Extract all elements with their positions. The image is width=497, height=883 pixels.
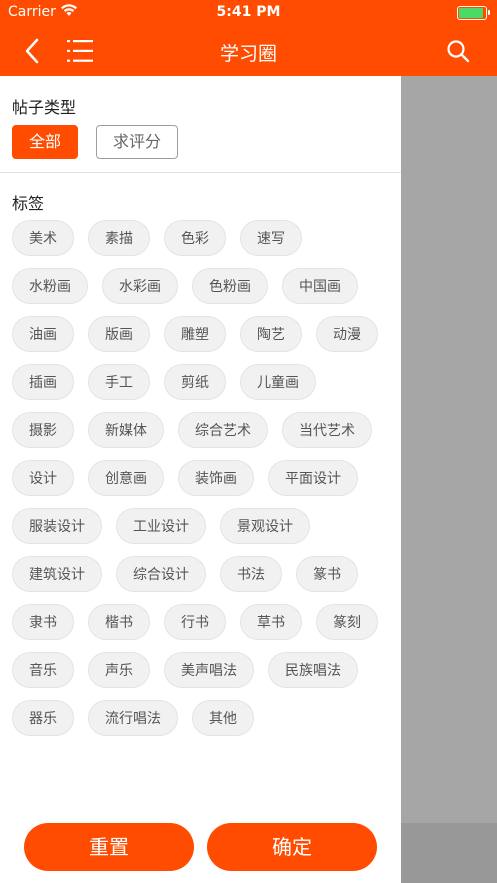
tag-chip[interactable]: 版画 (88, 316, 150, 352)
tag-row: 设计 创意画 装饰画 平面设计 (12, 460, 397, 496)
page-title: 学习圈 (219, 43, 277, 65)
tag-chip[interactable]: 民族唱法 (268, 652, 358, 688)
tag-chip[interactable]: 流行唱法 (88, 700, 178, 736)
tag-chip[interactable]: 剪纸 (164, 364, 226, 400)
tag-chip[interactable]: 工业设计 (116, 508, 206, 544)
tag-chip[interactable]: 器乐 (12, 700, 74, 736)
tag-chip[interactable]: 服装设计 (12, 508, 102, 544)
reset-button[interactable]: 重置 (24, 823, 194, 871)
status-time: 5:41 PM (216, 4, 281, 20)
tag-chip[interactable]: 综合艺术 (178, 412, 268, 448)
footer-actions: 重置 确定 (0, 823, 401, 871)
tag-chip[interactable]: 楷书 (88, 604, 150, 640)
tag-chip[interactable]: 书法 (220, 556, 282, 592)
tag-row: 水粉画 水彩画 色粉画 中国画 (12, 268, 397, 304)
tag-row: 油画 版画 雕塑 陶艺 动漫 (12, 316, 397, 352)
tag-chip[interactable]: 篆刻 (316, 604, 378, 640)
tag-chip[interactable]: 景观设计 (220, 508, 310, 544)
tag-chip[interactable]: 隶书 (12, 604, 74, 640)
tag-chip[interactable]: 动漫 (316, 316, 378, 352)
tag-row: 器乐 流行唱法 其他 (12, 700, 397, 736)
search-icon[interactable] (445, 38, 471, 64)
tag-chip[interactable]: 行书 (164, 604, 226, 640)
tag-chip[interactable]: 手工 (88, 364, 150, 400)
tag-chip[interactable]: 陶艺 (240, 316, 302, 352)
tag-chip[interactable]: 美声唱法 (164, 652, 254, 688)
tag-chip[interactable]: 插画 (12, 364, 74, 400)
tag-chip[interactable]: 建筑设计 (12, 556, 102, 592)
filter-panel: 帖子类型 全部 求评分 标签 美术 素描 色彩 速写 水粉画 水彩画 色粉画 中国画 油画 版画雕… (0, 76, 401, 883)
divider (0, 172, 401, 173)
tag-chip[interactable]: 当代艺术 (282, 412, 372, 448)
tag-chip[interactable]: 中国画 (282, 268, 358, 304)
tag-chip[interactable]: 素描 (88, 220, 150, 256)
tag-row: 美术 素描 色彩 速写 (12, 220, 397, 256)
tag-chip[interactable]: 油画 (12, 316, 74, 352)
tag-chip[interactable]: 综合设计 (116, 556, 206, 592)
tag-chip[interactable]: 色粉画 (192, 268, 268, 304)
tag-chip[interactable]: 水粉画 (12, 268, 88, 304)
post-type-rating-button[interactable]: 求评分 (96, 125, 179, 159)
tag-list: 美术 素描 色彩 速写 水粉画 水彩画 色粉画 中国画 油画 版画 雕塑 陶艺 动漫 插画 手工 剪纸 儿童画摄… (12, 220, 397, 748)
tags-title: 标签 (12, 194, 45, 213)
tag-chip[interactable]: 新媒体 (88, 412, 164, 448)
tag-chip[interactable]: 摄影 (12, 412, 74, 448)
tag-chip[interactable]: 美术 (12, 220, 74, 256)
tag-chip[interactable]: 平面设计 (268, 460, 358, 496)
tag-chip[interactable]: 声乐 (88, 652, 150, 688)
tag-row: 建筑设计 综合设计 书法 篆书 (12, 556, 397, 592)
post-type-all-button[interactable]: 全部 (12, 125, 79, 159)
tag-chip[interactable]: 音乐 (12, 652, 74, 688)
dim-overlay-bottom (401, 823, 497, 883)
tag-chip[interactable]: 创意画 (88, 460, 164, 496)
tag-row: 隶书 楷书 行书 草书 篆刻 (12, 604, 397, 640)
tag-chip[interactable]: 儿童画 (240, 364, 316, 400)
tag-chip[interactable]: 篆书 (296, 556, 358, 592)
tag-chip[interactable]: 水彩画 (102, 268, 178, 304)
nav-bar: 学习圈 (0, 26, 497, 76)
tag-chip[interactable]: 装饰画 (178, 460, 254, 496)
tag-chip[interactable]: 速写 (240, 220, 302, 256)
post-type-title: 帖子类型 (12, 98, 77, 117)
tag-row: 服装设计 工业设计 景观设计 (12, 508, 397, 544)
status-bar: Carrier 5:41 PM (0, 0, 497, 26)
tag-chip[interactable]: 色彩 (164, 220, 226, 256)
tag-chip[interactable]: 其他 (192, 700, 254, 736)
tag-row: 摄影 新媒体 综合艺术 当代艺术 (12, 412, 397, 448)
tag-chip[interactable]: 草书 (240, 604, 302, 640)
tag-chip[interactable]: 设计 (12, 460, 74, 496)
confirm-button[interactable]: 确定 (207, 823, 377, 871)
dim-overlay[interactable] (401, 76, 497, 883)
tag-row: 插画 手工 剪纸 儿童画 (12, 364, 397, 400)
tag-row: 音乐 声乐 美声唱法 民族唱法 (12, 652, 397, 688)
tag-chip[interactable]: 雕塑 (164, 316, 226, 352)
battery-icon (457, 6, 490, 20)
post-type-group: 全部 求评分 (12, 125, 179, 159)
